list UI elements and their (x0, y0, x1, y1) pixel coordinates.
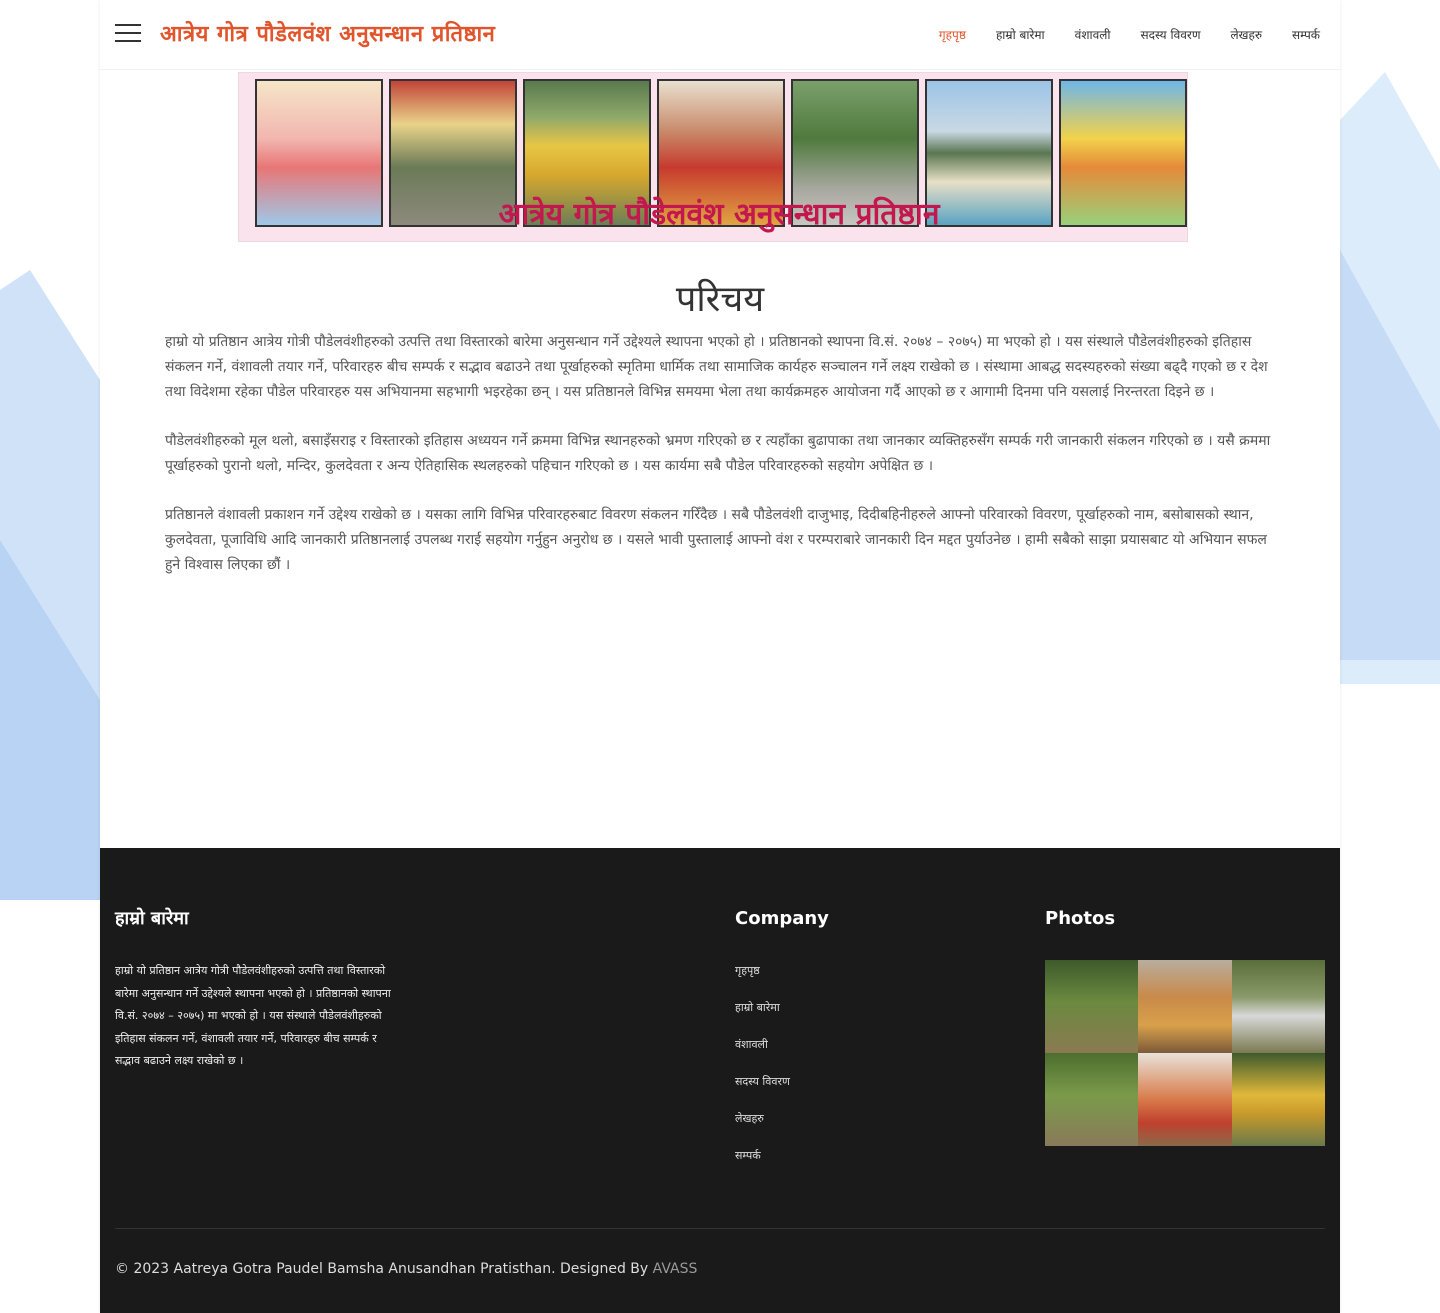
site-footer: हाम्रो बारेमा हाम्रो यो प्रतिष्ठान आत्रे… (100, 848, 1340, 1313)
nav-item-genealogy[interactable]: वंशावली (1075, 25, 1111, 45)
banner-photo-deity (255, 79, 383, 227)
footer-about-text: हाम्रो यो प्रतिष्ठान आत्रेय गोत्री पौडेल… (115, 964, 391, 1067)
footer-about-heading: हाम्रो बारेमा (115, 908, 189, 929)
intro-paragraph: पौडेलवंशीहरुको मूल थलो, बसाइँसराइ र विस्… (165, 433, 1271, 474)
gallery-photo[interactable] (1231, 1053, 1325, 1146)
nav-item-home[interactable]: गृहपृष्ठ (939, 25, 966, 45)
page-container: आत्रेय गोत्र पौडेलवंश अनुसन्धान प्रतिष्ठ… (100, 0, 1340, 1313)
footer-link-members[interactable]: सदस्य विवरण (735, 1071, 935, 1093)
nav-item-contact[interactable]: सम्पर्क (1292, 25, 1320, 45)
gallery-photo[interactable] (1138, 1053, 1232, 1146)
gallery-photo[interactable] (1045, 1053, 1139, 1146)
intro-content: हाम्रो यो प्रतिष्ठान आत्रेय गोत्री पौडेल… (165, 330, 1275, 602)
footer-company-heading: Company (735, 908, 829, 929)
footer-link-articles[interactable]: लेखहरु (735, 1108, 935, 1130)
hero-banner: आत्रेय गोत्र पौडेलवंश अनुसन्धान प्रतिष्ठ… (238, 72, 1188, 242)
site-header: आत्रेय गोत्र पौडेलवंश अनुसन्धान प्रतिष्ठ… (100, 0, 1340, 70)
banner-photo-dattatreya (1059, 79, 1187, 227)
site-title[interactable]: आत्रेय गोत्र पौडेलवंश अनुसन्धान प्रतिष्ठ… (160, 19, 495, 51)
intro-paragraph: हाम्रो यो प्रतिष्ठान आत्रेय गोत्री पौडेल… (165, 334, 1268, 400)
copyright-label: © 2023 Aatreya Gotra Paudel Bamsha Anusa… (115, 1261, 649, 1277)
gallery-photo[interactable] (1231, 960, 1325, 1053)
nav-item-members[interactable]: सदस्य विवरण (1141, 25, 1201, 45)
footer-divider (115, 1228, 1325, 1229)
main-nav: गृहपृष्ठ हाम्रो बारेमा वंशावली सदस्य विव… (909, 25, 1320, 45)
banner-caption: आत्रेय गोत्र पौडेलवंश अनुसन्धान प्रतिष्ठ… (498, 197, 940, 232)
gallery-photo[interactable] (1045, 960, 1139, 1053)
gallery-photo[interactable] (1138, 960, 1232, 1053)
page-title: परिचय (675, 279, 765, 320)
footer-photo-gallery (1045, 960, 1325, 1146)
designer-link[interactable]: AVASS (653, 1261, 698, 1277)
intro-paragraph: प्रतिष्ठानले वंशावली प्रकाशन गर्ने उद्दे… (165, 507, 1267, 573)
footer-link-genealogy[interactable]: वंशावली (735, 1034, 935, 1056)
nav-item-about[interactable]: हाम्रो बारेमा (996, 25, 1045, 45)
footer-link-about[interactable]: हाम्रो बारेमा (735, 997, 935, 1019)
copyright-text: © 2023 Aatreya Gotra Paudel Bamsha Anusa… (115, 1259, 697, 1279)
footer-company-links: गृहपृष्ठ हाम्रो बारेमा वंशावली सदस्य विव… (735, 960, 935, 1182)
footer-link-home[interactable]: गृहपृष्ठ (735, 960, 935, 982)
footer-photos-heading: Photos (1045, 908, 1116, 929)
footer-link-contact[interactable]: सम्पर्क (735, 1145, 935, 1167)
menu-toggle-icon[interactable] (115, 24, 141, 44)
nav-item-articles[interactable]: लेखहरु (1231, 25, 1263, 45)
